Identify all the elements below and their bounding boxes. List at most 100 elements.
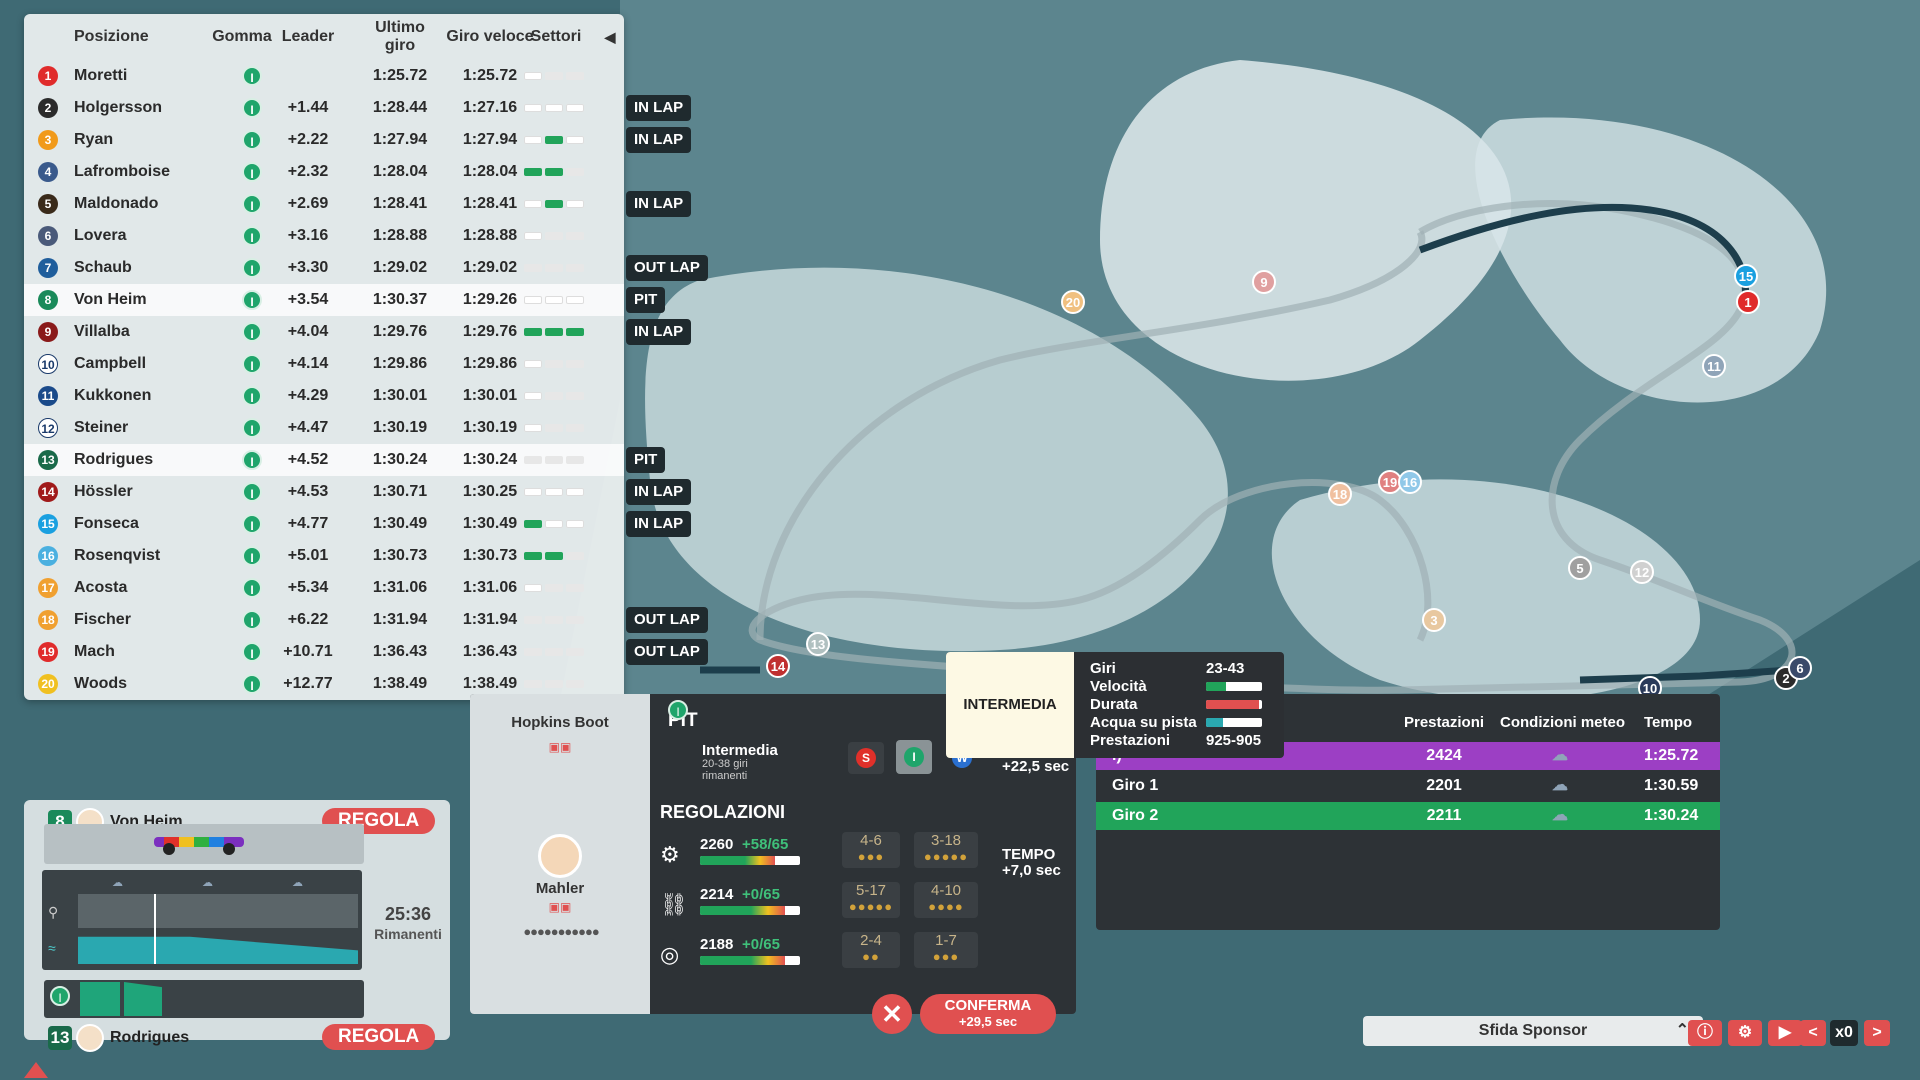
skill-range-2: 3-18 ●●●●●	[914, 832, 978, 868]
chevron-left-icon[interactable]: ◀	[602, 28, 618, 46]
tyre-intermediate-icon: I	[242, 98, 262, 118]
weather-forecast-chart: ☁ ☁ ☁ ⚲ ≈	[42, 870, 362, 970]
table-row[interactable]: 2 Holgersson I +1.44 1:28.44 1:27.16	[24, 92, 624, 124]
gear-icon[interactable]: ⚙	[1728, 1020, 1762, 1046]
header-position[interactable]: Posizione	[74, 28, 184, 46]
table-row[interactable]: 9 Villalba I +4.04 1:29.76 1:29.76	[24, 316, 624, 348]
tyre-strategy-bar[interactable]: I	[44, 980, 364, 1018]
car-marker[interactable]: 15	[1734, 264, 1758, 288]
car-marker[interactable]: 14	[766, 654, 790, 678]
position-badge: 5	[38, 194, 58, 214]
header-leader[interactable]: Leader	[278, 28, 338, 46]
car-marker[interactable]: 12	[1630, 560, 1654, 584]
sector-bar	[566, 648, 584, 656]
table-row[interactable]: 16 Rosenqvist I +5.01 1:30.73 1:30.73	[24, 540, 624, 572]
car-marker-label: 19	[1383, 475, 1397, 490]
sector-bar	[524, 456, 542, 464]
lap-time: 1:25.72	[1644, 747, 1699, 764]
car-marker-label: 1	[1744, 295, 1751, 310]
gap-to-leader: +1.44	[287, 99, 329, 116]
table-row[interactable]: 11 Kukkonen I +4.29 1:30.01 1:30.01	[24, 380, 624, 412]
header-tyre[interactable]: Gomma	[210, 28, 274, 46]
warning-icon[interactable]	[24, 1062, 48, 1078]
header-sectors[interactable]: Settori	[524, 28, 588, 46]
table-row[interactable]: 15 Fonseca I +4.77 1:30.49 1:30.49	[24, 508, 624, 540]
info-icon[interactable]: ⓘ	[1688, 1020, 1722, 1046]
lap-row[interactable]: Giro 2 2211 ☁ 1:30.24	[1096, 802, 1720, 830]
status-tag: IN LAP	[626, 191, 692, 217]
table-row[interactable]: 1 Moretti I 1:25.72 1:25.72	[24, 60, 624, 92]
car-marker[interactable]: 16	[1398, 470, 1422, 494]
gap-to-leader: +3.54	[287, 291, 329, 308]
car-marker[interactable]: 5	[1568, 556, 1592, 580]
close-icon[interactable]: ✕	[872, 994, 912, 1034]
driver-name: Hössler	[74, 483, 133, 500]
car-marker[interactable]: 6	[1788, 656, 1812, 680]
last-lap: 1:36.43	[372, 643, 428, 660]
car-marker[interactable]: 11	[1702, 354, 1726, 378]
car-marker[interactable]: 1	[1736, 290, 1760, 314]
sector-bar	[524, 680, 542, 688]
car-marker[interactable]: 20	[1061, 290, 1085, 314]
car-marker[interactable]: 3	[1422, 608, 1446, 632]
speed-indicator: x0	[1830, 1020, 1858, 1046]
table-row[interactable]: 14 Hössler I +4.53 1:30.71 1:30.25	[24, 476, 624, 508]
car-marker-label: 11	[1707, 359, 1721, 374]
play-icon[interactable]: ▶	[1768, 1020, 1802, 1046]
car-marker[interactable]: 13	[806, 632, 830, 656]
status-tag: OUT LAP	[626, 607, 708, 633]
table-row[interactable]: 5 Maldonado I +2.69 1:28.41 1:28.41	[24, 188, 624, 220]
sector-bar	[545, 680, 563, 688]
last-lap: 1:28.44	[372, 99, 428, 116]
table-row[interactable]: 18 Fischer I +6.22 1:31.94 1:31.94	[24, 604, 624, 636]
time-value: +7,0 sec	[1002, 862, 1061, 879]
car-marker-label: 13	[811, 637, 825, 652]
setting-bar	[700, 906, 800, 915]
table-row[interactable]: 10 Campbell I +4.14 1:29.86 1:29.86	[24, 348, 624, 380]
lap-row[interactable]: Giro 1 2201 ☁ 1:30.59	[1096, 772, 1720, 800]
setting-delta: +0/65	[742, 936, 780, 953]
driver-name: Acosta	[74, 579, 128, 596]
skill-range-2: 4-10 ●●●●	[914, 882, 978, 918]
driver2-regola-button[interactable]: REGOLA	[322, 1024, 436, 1050]
table-row[interactable]: 6 Lovera I +3.16 1:28.88 1:28.88	[24, 220, 624, 252]
tyre-option-soft[interactable]: S	[848, 742, 884, 774]
table-row[interactable]: 19 Mach I +10.71 1:36.43 1:36.43	[24, 636, 624, 668]
table-row[interactable]: 4 Lafromboise I +2.32 1:28.04 1:28.04	[24, 156, 624, 188]
chevron-up-icon: ⌃	[1675, 1022, 1689, 1039]
table-row[interactable]: 3 Ryan I +2.22 1:27.94 1:27.94	[24, 124, 624, 156]
table-row[interactable]: 17 Acosta I +5.34 1:31.06 1:31.06	[24, 572, 624, 604]
faster-button[interactable]: >	[1864, 1020, 1890, 1046]
standings-rows: 1 Moretti I 1:25.72 1:25.72 2 Holgersson I +1.44…	[24, 60, 624, 700]
gap-to-leader: +12.77	[283, 675, 333, 692]
tyre-intermediate-icon: I	[242, 322, 262, 342]
position-badge: 16	[38, 546, 58, 566]
sector-bar	[524, 520, 542, 528]
slower-button[interactable]: <	[1800, 1020, 1826, 1046]
table-row[interactable]: 7 Schaub I +3.30 1:29.02 1:29.02	[24, 252, 624, 284]
sector-bar	[566, 520, 584, 528]
setting-value: 2260	[700, 836, 734, 853]
driver-name: Fonseca	[74, 515, 139, 532]
tyre-intermediate-icon: I	[242, 226, 262, 246]
car-marker[interactable]: 9	[1252, 270, 1276, 294]
position-badge: 8	[38, 290, 58, 310]
table-row[interactable]: 8 Von Heim I +3.54 1:30.37 1:29.26	[24, 284, 624, 316]
confirm-button[interactable]: CONFERMA +29,5 sec	[920, 994, 1056, 1034]
table-row[interactable]: 12 Steiner I +4.47 1:30.19 1:30.19	[24, 412, 624, 444]
current-time-marker	[154, 894, 156, 964]
car-marker[interactable]: 19	[1378, 470, 1402, 494]
sponsor-challenge-button[interactable]: Sfida Sponsor ⌃	[1363, 1016, 1703, 1046]
position-badge: 7	[38, 258, 58, 278]
header-last-lap[interactable]: Ultimo giro	[360, 19, 440, 55]
last-lap: 1:30.73	[372, 547, 428, 564]
tooltip-label: Durata	[1090, 696, 1138, 713]
tyre-option-intermediate[interactable]: I	[896, 740, 932, 774]
sector-bar	[566, 168, 584, 176]
tyre-intermediate-icon: I	[242, 610, 262, 630]
sector-bar	[566, 488, 584, 496]
car-marker[interactable]: 18	[1328, 482, 1352, 506]
tyre-tooltip: INTERMEDIA Giri 23-43 Velocità Durata Acqua …	[946, 652, 1284, 758]
driver-name: Woods	[74, 675, 128, 692]
table-row[interactable]: 13 Rodrigues I +4.52 1:30.24 1:30.24	[24, 444, 624, 476]
